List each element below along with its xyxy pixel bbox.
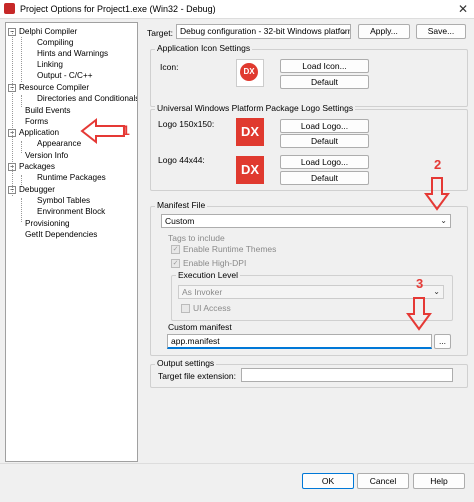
tree-label: Delphi Compiler bbox=[19, 27, 78, 36]
annotation-number-2: 2 bbox=[434, 157, 442, 172]
target-select[interactable]: Debug configuration - 32-bit Windows pla… bbox=[176, 24, 351, 39]
tree-item-runtime-packages[interactable]: Runtime Packages bbox=[37, 172, 106, 183]
logo44-label: Logo 44x44: bbox=[158, 155, 205, 165]
exec-value: As Invoker bbox=[182, 287, 223, 297]
execution-level-select[interactable]: As Invoker ⌄ bbox=[178, 285, 444, 299]
tags-label: Tags to include bbox=[168, 233, 225, 243]
high-dpi-checkbox[interactable]: ✓ bbox=[171, 259, 180, 268]
chevron-down-icon: ⌄ bbox=[440, 216, 447, 225]
icon-preview: DX bbox=[236, 59, 264, 87]
ui-access-checkbox[interactable] bbox=[181, 304, 190, 313]
tree-item-environment-block[interactable]: Environment Block bbox=[37, 206, 105, 217]
custom-manifest-input[interactable]: app.manifest bbox=[167, 334, 432, 349]
save-button[interactable]: Save... bbox=[416, 24, 466, 39]
tree-item-version-info[interactable]: Version Info bbox=[25, 150, 68, 161]
tree-item-application[interactable]: − Application bbox=[8, 127, 59, 138]
tree-item-packages[interactable]: − Packages bbox=[8, 161, 55, 172]
dx-logo-150-icon: DX bbox=[236, 118, 264, 146]
title-bar: Project Options for Project1.exe (Win32 … bbox=[0, 0, 474, 19]
output-group-title: Output settings bbox=[155, 358, 217, 368]
browse-button[interactable]: ... bbox=[434, 334, 451, 349]
runtime-themes-label: Enable Runtime Themes bbox=[183, 244, 277, 254]
close-icon[interactable]: ✕ bbox=[458, 2, 468, 16]
tree-item-symbol-tables[interactable]: Symbol Tables bbox=[37, 195, 90, 206]
window-title: Project Options for Project1.exe (Win32 … bbox=[20, 4, 216, 14]
collapse-icon[interactable]: − bbox=[8, 83, 16, 92]
logo44-default-button[interactable]: Default bbox=[280, 171, 369, 185]
annotation-arrow-left-icon bbox=[80, 117, 125, 145]
tree-label-selected: Application bbox=[19, 128, 60, 137]
settings-panel: Target: Debug configuration - 32-bit Win… bbox=[140, 22, 470, 460]
icon-label: Icon: bbox=[160, 62, 179, 72]
chevron-down-icon: ⌄ bbox=[433, 287, 440, 296]
target-ext-label: Target file extension: bbox=[158, 371, 236, 381]
annotation-number-1: 1 bbox=[122, 122, 130, 138]
tree-item-build-events[interactable]: Build Events bbox=[25, 105, 71, 116]
annotation-arrow-down-icon bbox=[406, 297, 432, 331]
uwp-group-title: Universal Windows Platform Package Logo … bbox=[155, 103, 356, 113]
runtime-themes-checkbox[interactable]: ✓ bbox=[171, 245, 180, 254]
target-value: Debug configuration - 32-bit Windows pla… bbox=[180, 26, 351, 36]
target-label: Target: bbox=[147, 28, 173, 38]
annotation-number-3: 3 bbox=[416, 276, 424, 291]
load-logo150-button[interactable]: Load Logo... bbox=[280, 119, 369, 133]
tree-item-provisioning[interactable]: Provisioning bbox=[25, 218, 70, 229]
cancel-button[interactable]: Cancel bbox=[357, 473, 409, 489]
high-dpi-label: Enable High-DPI bbox=[183, 258, 247, 268]
manifest-group-title: Manifest File bbox=[155, 200, 208, 210]
tree-item-delphi-compiler[interactable]: − Delphi Compiler bbox=[8, 26, 77, 37]
app-icon-group-title: Application Icon Settings bbox=[155, 43, 253, 53]
tree-item-forms[interactable]: Forms bbox=[25, 116, 48, 127]
tree-item-directories[interactable]: Directories and Conditionals bbox=[37, 93, 137, 104]
tree-item-getit[interactable]: GetIt Dependencies bbox=[25, 229, 97, 240]
tree-label: Packages bbox=[19, 162, 55, 171]
tree-item-hints-warnings[interactable]: Hints and Warnings bbox=[37, 48, 108, 59]
options-tree[interactable]: − Delphi Compiler Compiling Hints and War… bbox=[5, 22, 138, 462]
manifest-select[interactable]: Custom ⌄ bbox=[161, 214, 451, 228]
dx-icon: DX bbox=[240, 63, 258, 81]
ok-button[interactable]: OK bbox=[302, 473, 354, 489]
chevron-down-icon: ⌄ bbox=[340, 27, 347, 36]
collapse-icon[interactable]: − bbox=[8, 128, 16, 137]
logo150-default-button[interactable]: Default bbox=[280, 134, 369, 148]
tree-item-output-cpp[interactable]: Output - C/C++ bbox=[37, 70, 93, 81]
custom-manifest-label: Custom manifest bbox=[168, 322, 232, 332]
collapse-icon[interactable]: − bbox=[8, 27, 16, 36]
annotation-arrow-down-icon bbox=[424, 177, 450, 211]
tree-item-appearance[interactable]: Appearance bbox=[37, 138, 81, 149]
tree-item-debugger[interactable]: − Debugger bbox=[8, 184, 55, 195]
tree-label: Resource Compiler bbox=[19, 83, 90, 92]
tree-label: Debugger bbox=[19, 185, 55, 194]
load-logo44-button[interactable]: Load Logo... bbox=[280, 155, 369, 169]
target-ext-input[interactable] bbox=[241, 368, 453, 382]
collapse-icon[interactable]: − bbox=[8, 162, 16, 171]
collapse-icon[interactable]: − bbox=[8, 185, 16, 194]
apply-button[interactable]: Apply... bbox=[358, 24, 410, 39]
manifest-value: Custom bbox=[165, 216, 195, 226]
load-icon-button[interactable]: Load Icon... bbox=[280, 59, 369, 73]
icon-default-button[interactable]: Default bbox=[280, 75, 369, 89]
ui-access-label: UI Access bbox=[193, 303, 231, 313]
logo150-label: Logo 150x150: bbox=[158, 119, 215, 129]
tree-item-compiling[interactable]: Compiling bbox=[37, 37, 73, 48]
execution-level-title: Execution Level bbox=[176, 270, 241, 280]
tree-item-resource-compiler[interactable]: − Resource Compiler bbox=[8, 82, 89, 93]
tree-item-linking[interactable]: Linking bbox=[37, 59, 63, 70]
dx-logo-44-icon: DX bbox=[236, 156, 264, 184]
app-icon bbox=[4, 3, 15, 14]
help-button[interactable]: Help bbox=[413, 473, 465, 489]
